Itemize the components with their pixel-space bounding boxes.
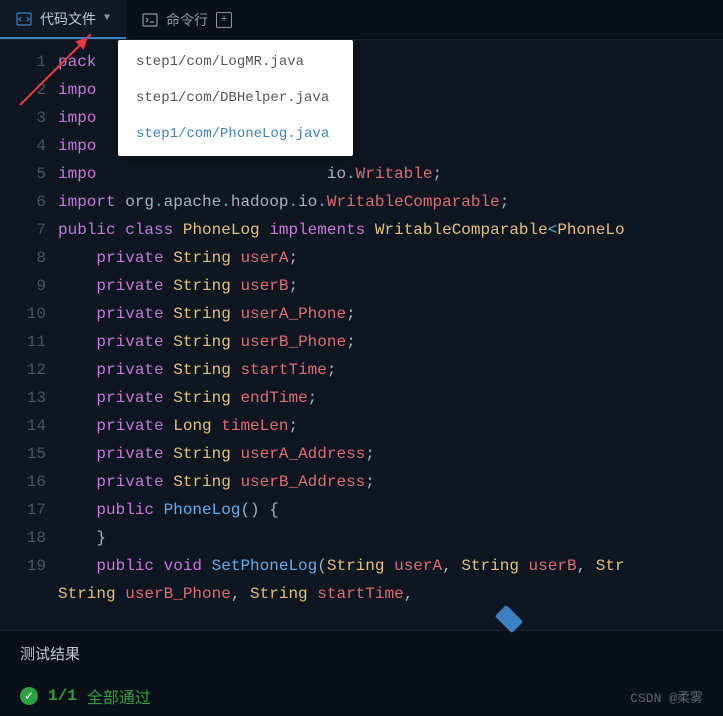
dropdown-item[interactable]: step1/com/DBHelper.java <box>118 80 353 116</box>
test-pass-label: 全部通过 <box>87 684 151 708</box>
status-left: ✓ 1/1 全部通过 <box>20 684 151 708</box>
watermark-text: CSDN @柔雾 <box>630 687 703 706</box>
dropdown-item-active[interactable]: step1/com/PhoneLog.java <box>118 116 353 152</box>
check-circle-icon: ✓ <box>20 687 38 705</box>
tab-code-files[interactable]: 代码文件 ▼ <box>0 0 126 39</box>
chevron-down-icon: ▼ <box>104 13 110 24</box>
tab-code-files-label: 代码文件 <box>40 9 96 29</box>
test-score: 1/1 <box>48 687 77 705</box>
results-tab[interactable]: 测试结果 <box>0 631 100 676</box>
code-file-icon <box>16 11 32 27</box>
code-editor[interactable]: 12345678910111213141516171819 packimpoim… <box>0 40 723 630</box>
tab-terminal-label: 命令行 <box>166 10 208 30</box>
dropdown-item[interactable]: step1/com/LogMR.java <box>118 44 353 80</box>
file-dropdown-menu: step1/com/LogMR.java step1/com/DBHelper.… <box>118 40 353 156</box>
line-number-gutter: 12345678910111213141516171819 <box>0 40 58 630</box>
top-tab-bar: 代码文件 ▼ 命令行 + <box>0 0 723 40</box>
new-terminal-icon[interactable]: + <box>216 12 232 28</box>
tab-terminal[interactable]: 命令行 + <box>126 0 248 39</box>
status-bar: ✓ 1/1 全部通过 CSDN @柔雾 <box>0 676 723 716</box>
terminal-icon <box>142 12 158 28</box>
bottom-panel: 测试结果 ✓ 1/1 全部通过 CSDN @柔雾 <box>0 630 723 715</box>
